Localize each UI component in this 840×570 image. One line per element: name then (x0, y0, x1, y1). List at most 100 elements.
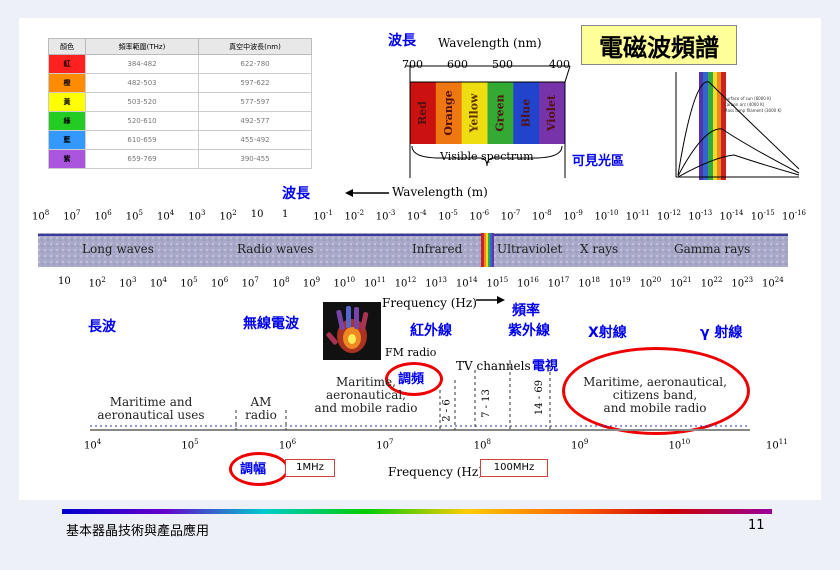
color-table-row: 黃 503-520 577-597 (48, 92, 312, 112)
frequency-tick: 1020 (639, 276, 662, 290)
footer-course-title: 基本器晶技術與產品應用 (66, 524, 210, 539)
label-radio-zh: 無線電波 (243, 316, 299, 332)
visible-band-label: Blue (519, 99, 532, 127)
color-freq-cell: 659-769 (85, 149, 199, 169)
wavelength-tick: 10-16 (782, 209, 807, 223)
frequency-tick: 1021 (670, 276, 692, 290)
wavelength-tick: 10 (250, 209, 264, 220)
visible-tick: 700 (402, 58, 423, 71)
spectrum-wave-label-zh: 波長 (282, 186, 310, 202)
wavelength-tick: 10-8 (532, 209, 552, 223)
wavelength-tick: 1 (282, 209, 289, 220)
visible-band-label: Orange (442, 90, 455, 135)
color-table-row: 橙 482-503 597-622 (48, 73, 312, 93)
frequency-tick: 1012 (394, 276, 417, 290)
mhz100-tag: 100MHz (480, 459, 548, 477)
frequency-tick: 107 (241, 276, 259, 290)
band-x-rays: X rays (580, 242, 619, 256)
label-infrared-zh: 紅外線 (410, 323, 452, 339)
wavelength-tick: 10-2 (344, 209, 365, 223)
wavelength-tick: 10-4 (407, 209, 427, 223)
visible-caption: Visible spectrum (440, 150, 534, 163)
label-xray-zh: X射線 (588, 325, 627, 341)
visible-axis-label: Wavelength (nm) (438, 36, 542, 50)
color-table-header: 頻率範圍(THz) (85, 38, 199, 55)
label-long-wave-zh: 長波 (88, 319, 116, 335)
visible-band-label: Green (493, 94, 506, 131)
color-wave-cell: 597-622 (198, 73, 312, 93)
wavelength-tick: 10-15 (750, 209, 775, 223)
wavelength-tick: 10-12 (657, 209, 682, 223)
frequency-tick: 103 (119, 276, 137, 290)
frequency-tick: 1024 (762, 276, 784, 290)
frequency-tick: 1017 (547, 276, 570, 290)
wavelength-tick: 10-14 (719, 209, 744, 223)
color-table: 顏色 頻率範圍(THz) 真空中波長(nm) 紅 384-482 622-780 橙 482… (48, 38, 312, 169)
color-table-row: 藍 610-659 455-492 (48, 130, 312, 150)
radio-frequency-axis-label: Frequency (Hz) (388, 465, 483, 479)
wavelength-tick: 10-10 (594, 209, 619, 223)
frequency-tick: 1019 (608, 276, 631, 290)
wavelength-tick: 10-1 (313, 209, 333, 223)
radio-frequency-tick: 1010 (668, 438, 691, 452)
frequency-tick: 1011 (364, 276, 386, 290)
wavelength-tick: 10-13 (688, 209, 713, 223)
band-ultraviolet: Ultraviolet (497, 242, 563, 256)
color-name-cell: 藍 (48, 130, 86, 150)
blackbody-legend-line3: Mass lamp filament (3000 K) (724, 108, 782, 113)
wavelength-tick: 105 (125, 209, 143, 223)
radio-frequency-tick: 104 (84, 438, 102, 452)
color-freq-cell: 503-520 (85, 92, 199, 112)
label-ultraviolet-zh: 紫外線 (508, 323, 550, 339)
wavelength-tick: 108 (32, 209, 50, 223)
visible-region-label: 可見光區 (572, 154, 625, 169)
frequency-tick: 1023 (731, 276, 754, 290)
frequency-tick: 1018 (578, 276, 600, 290)
wavelength-tick: 10-5 (438, 209, 458, 223)
frequency-tick: 102 (88, 276, 106, 290)
radio-frequency-tick: 105 (181, 438, 199, 452)
color-wave-cell: 622-780 (198, 54, 312, 74)
frequency-tick: 105 (180, 276, 198, 290)
visible-band-label: Yellow (468, 93, 481, 134)
visible-tick: 500 (492, 58, 513, 71)
color-name-cell: 紅 (48, 54, 86, 74)
band-long-waves: Long waves (82, 242, 154, 256)
frequency-tick: 106 (211, 276, 229, 290)
color-table-row: 綠 520-610 492-577 (48, 111, 312, 131)
blackbody-legend: Surface of sun (6000 K) Carbon arc (4000… (724, 96, 782, 114)
frequency-arrow-icon (476, 296, 505, 304)
color-freq-cell: 482-503 (85, 73, 199, 93)
wavelength-tick: 10-9 (563, 209, 583, 223)
color-table-row: 紫 659-769 390-455 (48, 149, 312, 169)
visible-tick: 400 (549, 58, 570, 71)
wavelength-tick: 106 (94, 209, 112, 223)
label-gamma-zh: γ 射線 (700, 325, 743, 341)
visible-wave-label-zh: 波長 (388, 33, 416, 49)
slide-title: 電磁波頻譜 (581, 25, 737, 65)
radio-frequency-tick: 107 (376, 438, 394, 452)
frequency-tick: 108 (272, 276, 290, 290)
color-table-row: 紅 384-482 622-780 (48, 54, 312, 74)
frequency-tick: 1014 (455, 276, 478, 290)
color-name-cell: 紫 (48, 149, 86, 169)
color-name-cell: 綠 (48, 111, 86, 131)
color-name-cell: 橙 (48, 73, 86, 93)
wavelength-arrow-icon (345, 189, 389, 197)
frequency-tick: 1015 (486, 276, 509, 290)
radio-frequency-tick: 1011 (766, 438, 788, 452)
band-radio-waves: Radio waves (237, 242, 314, 256)
frequency-tick: 10 (58, 276, 71, 287)
radio-detail-axis (90, 360, 750, 431)
color-wave-cell: 455-492 (198, 130, 312, 150)
mhz1-tag: 1MHz (285, 459, 335, 477)
color-freq-cell: 520-610 (85, 111, 199, 131)
frequency-tick: 1010 (333, 276, 356, 290)
visible-band-label: Red (416, 101, 429, 125)
wavelength-tick: 10-3 (375, 209, 396, 223)
spectrum-axis-label: Wavelength (m) (392, 185, 488, 199)
frequency-label-zh: 頻率 (512, 303, 540, 319)
color-freq-cell: 610-659 (85, 130, 199, 150)
frequency-tick: 1022 (700, 276, 723, 290)
color-wave-cell: 390-455 (198, 149, 312, 169)
